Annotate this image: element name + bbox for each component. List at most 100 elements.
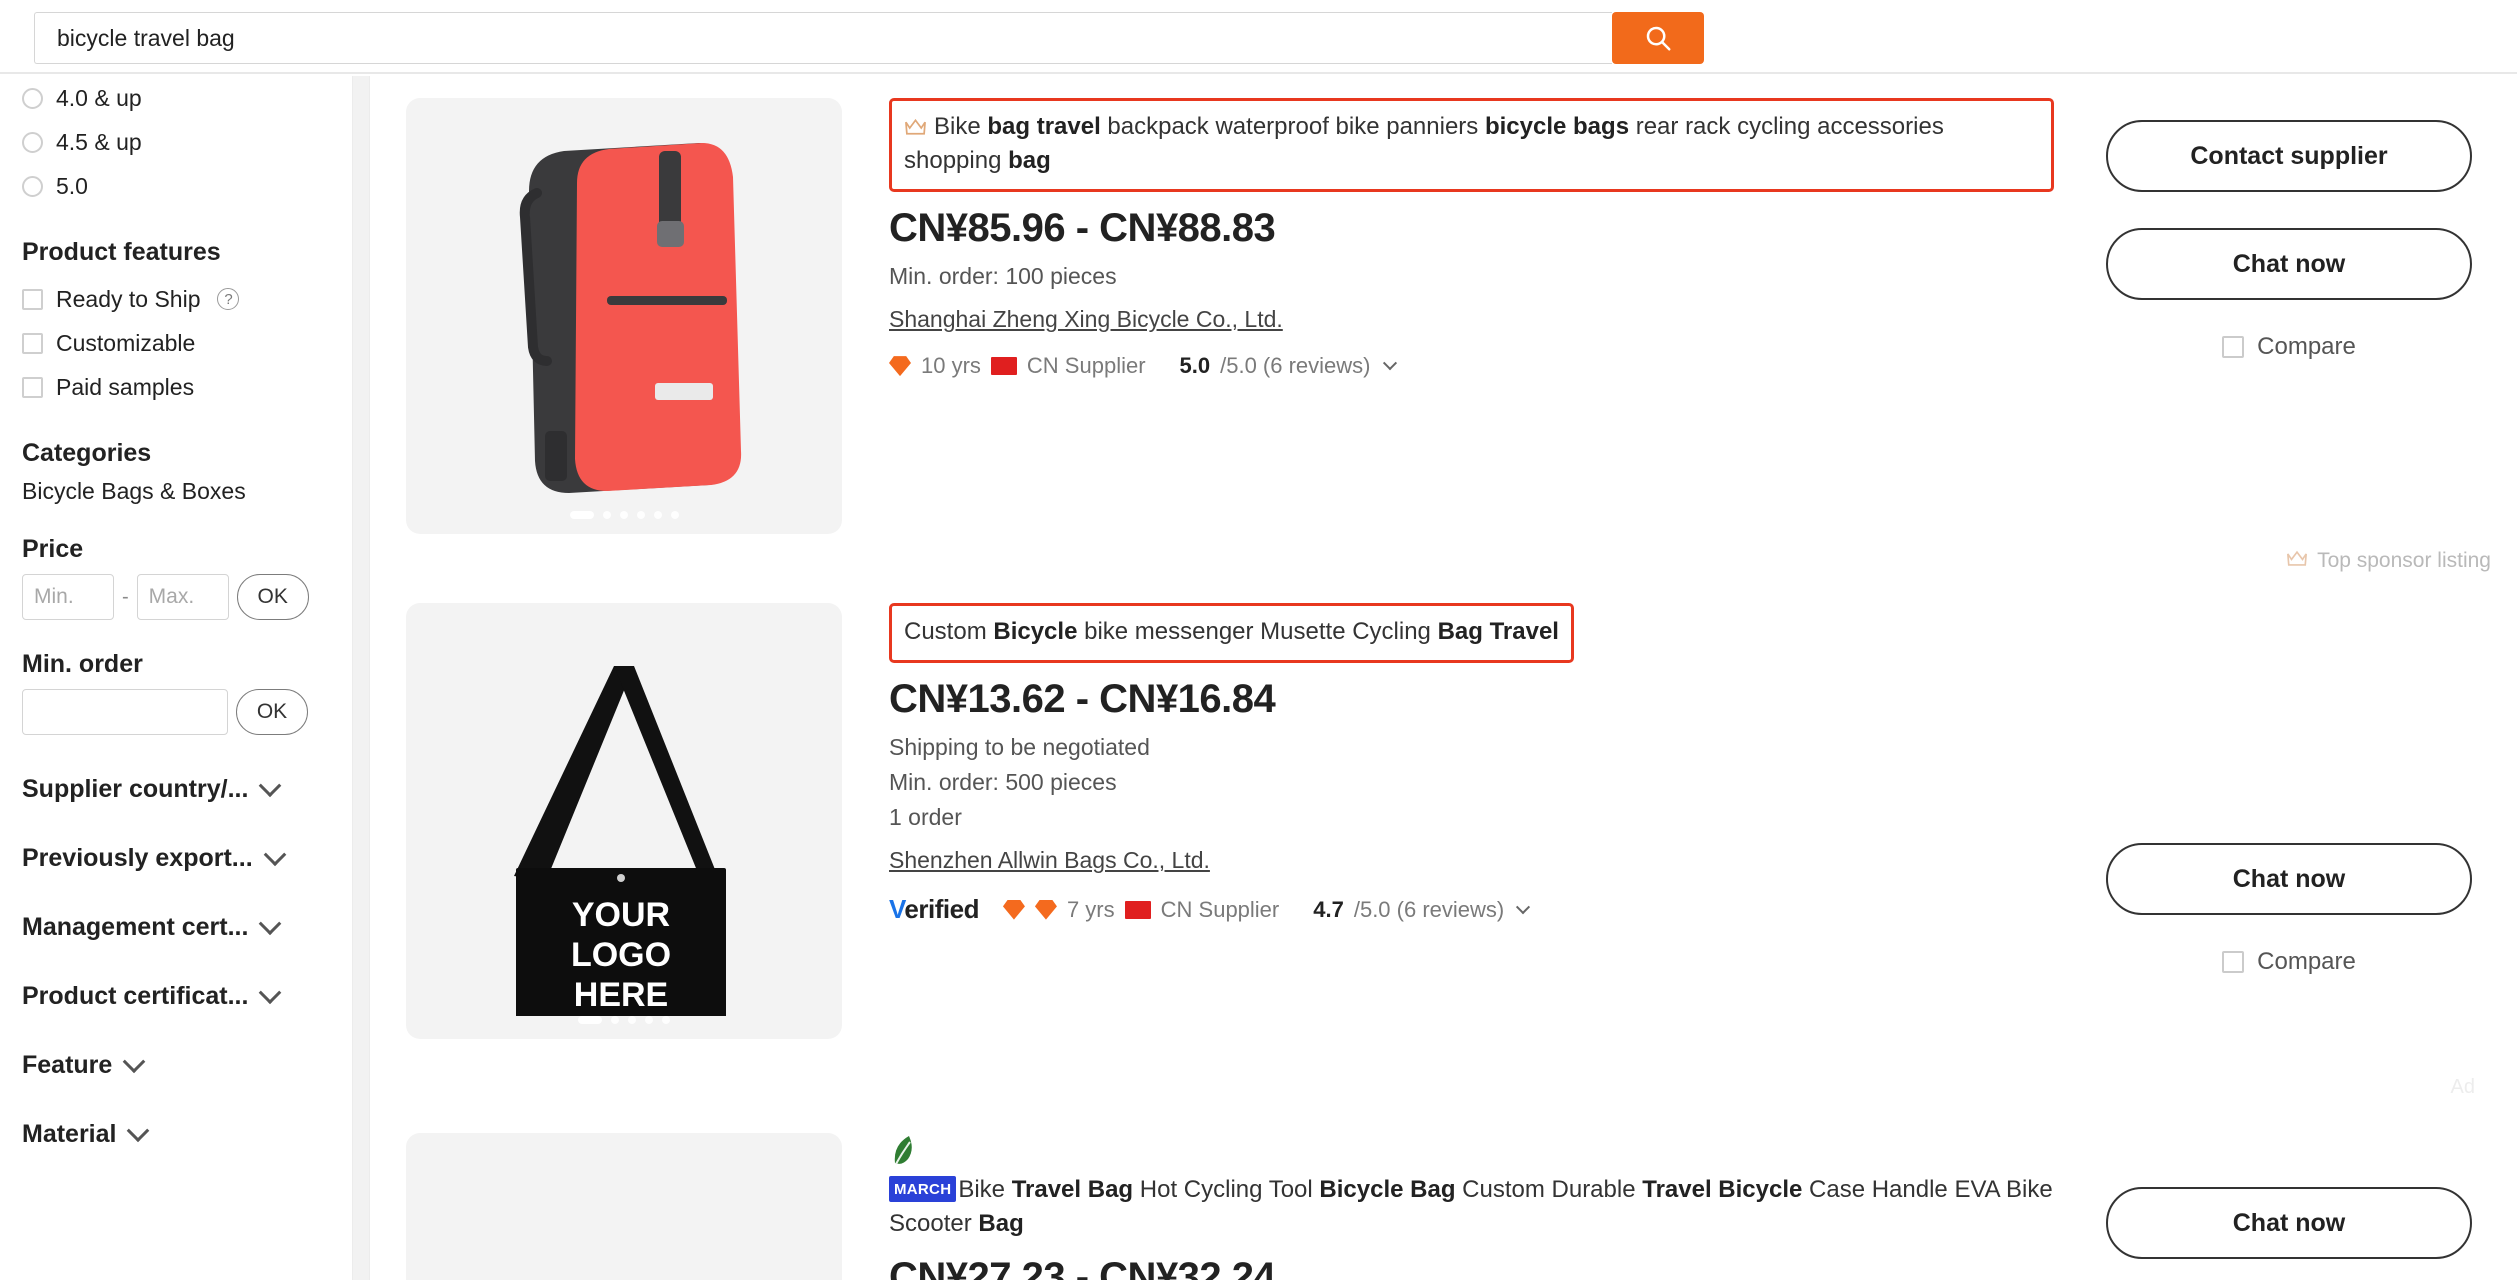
product-card-3[interactable]: MARCH Bike Travel Bag Hot Cycling Tool Bi…: [371, 1111, 2517, 1280]
top-sponsor-listing-note: Top sponsor listing: [2286, 549, 2491, 573]
contact-supplier-button[interactable]: Contact supplier: [2106, 120, 2472, 192]
product-price-2: CN¥13.62 - CN¥16.84: [889, 677, 1276, 722]
filters-sidebar: 4.0 & up 4.5 & up 5.0 Product features R…: [0, 76, 352, 1280]
chat-now-button[interactable]: Chat now: [2106, 1187, 2472, 1259]
price-heading: Price: [22, 535, 84, 563]
feature-paid-samples[interactable]: Paid samples: [22, 365, 330, 409]
chevron-down-icon[interactable]: [1516, 899, 1531, 914]
carousel-dot[interactable]: [611, 1016, 619, 1024]
chevron-down-icon: [259, 773, 282, 797]
filter-label: Feature: [22, 1051, 113, 1079]
supplier-rating-detail: /5.0 (6 reviews): [1220, 353, 1371, 379]
product-image-1[interactable]: [406, 98, 842, 534]
price-min-input[interactable]: [22, 574, 114, 620]
chevron-down-icon: [259, 911, 282, 935]
carousel-dot[interactable]: [578, 1016, 602, 1024]
product-image-3[interactable]: [406, 1133, 842, 1280]
carousel-dot[interactable]: [628, 1016, 636, 1024]
chevron-down-icon: [259, 980, 282, 1004]
carousel-dot[interactable]: [602, 511, 611, 519]
product-card-2[interactable]: YOUR LOGO HERE Custom Bicycle bike messe…: [371, 581, 2517, 1111]
rating-filter-5-0[interactable]: 5.0: [22, 164, 330, 208]
question-circle-icon[interactable]: ?: [217, 288, 240, 310]
filter-label: Previously export...: [22, 844, 253, 872]
image-carousel-dots[interactable]: [406, 1016, 842, 1024]
black-messenger-bag-illustration: YOUR LOGO HERE: [514, 666, 726, 1016]
checkbox-icon: [22, 332, 43, 354]
supplier-country: CN Supplier: [1160, 896, 1280, 922]
svg-text:LOGO: LOGO: [571, 936, 671, 974]
feature-customizable[interactable]: Customizable: [22, 321, 330, 365]
search-bar: [0, 0, 2517, 74]
chevron-down-icon: [263, 842, 286, 866]
product-shipping-2: Shipping to be negotiated: [889, 734, 1150, 761]
filter-material[interactable]: Material: [22, 1118, 330, 1149]
chevron-down-icon: [127, 1118, 150, 1142]
filter-management-cert[interactable]: Management cert...: [22, 911, 330, 942]
search-icon: [1646, 26, 1671, 51]
chevron-down-icon[interactable]: [1382, 356, 1397, 371]
price-ok-button[interactable]: OK: [236, 574, 309, 620]
filter-label: Product certificat...: [22, 982, 249, 1010]
supplier-link-2[interactable]: Shenzhen Allwin Bags Co., Ltd.: [889, 847, 1210, 874]
supplier-link-1[interactable]: Shanghai Zheng Xing Bicycle Co., Ltd.: [889, 306, 1283, 333]
min-order-input[interactable]: [22, 689, 228, 735]
china-flag-icon: [1124, 900, 1151, 919]
svg-text:HERE: HERE: [574, 976, 668, 1014]
price-max-input[interactable]: [136, 574, 229, 620]
red-pannier-bag-illustration: [519, 143, 742, 493]
filter-supplier-country[interactable]: Supplier country/...: [22, 773, 330, 804]
radio-icon: [22, 175, 43, 197]
product-title-text: Custom Bicycle bike messenger Musette Cy…: [904, 618, 1559, 645]
filter-product-certification[interactable]: Product certificat...: [22, 980, 330, 1011]
supplier-badges-2: Verified 7 yrs CN Supplier 4.7/5.0 (6 re…: [889, 894, 2063, 925]
carousel-dot[interactable]: [636, 511, 645, 519]
product-title-3[interactable]: MARCH Bike Travel Bag Hot Cycling Tool Bi…: [889, 1173, 2063, 1241]
filter-label: Material: [22, 1120, 117, 1148]
category-bicycle-bags-boxes[interactable]: Bicycle Bags & Boxes: [22, 478, 330, 505]
ad-label: Ad: [2450, 1076, 2475, 1098]
china-flag-icon: [990, 357, 1017, 376]
product-title-1[interactable]: Bike bag travel backpack waterproof bike…: [889, 98, 2054, 193]
carousel-dot[interactable]: [619, 511, 628, 519]
product-title-2[interactable]: Custom Bicycle bike messenger Musette Cy…: [889, 603, 1574, 664]
march-badge: MARCH: [889, 1176, 957, 1203]
chat-now-button[interactable]: Chat now: [2106, 228, 2472, 300]
search-input[interactable]: [34, 12, 1612, 64]
product-actions-1: Contact supplier Chat now Compare: [2087, 98, 2517, 581]
search-button[interactable]: [1612, 12, 1704, 64]
gem-icon: [1002, 899, 1025, 920]
sidebar-divider: [352, 76, 370, 1280]
compare-checkbox-row-1[interactable]: Compare: [2222, 333, 2356, 361]
compare-checkbox-row-2[interactable]: Compare: [2222, 948, 2356, 976]
supplier-rating-detail: /5.0 (6 reviews): [1353, 896, 1505, 922]
supplier-rating: 5.0: [1179, 353, 1211, 379]
filter-previously-exported[interactable]: Previously export...: [22, 842, 330, 873]
crown-icon: [2286, 549, 2308, 573]
radio-icon: [22, 87, 43, 109]
filter-feature[interactable]: Feature: [22, 1049, 330, 1080]
rating-filter-label: 4.0 & up: [56, 84, 142, 111]
rating-filter-4-0[interactable]: 4.0 & up: [22, 76, 330, 120]
supplier-country: CN Supplier: [1026, 353, 1146, 379]
chevron-down-icon: [122, 1049, 146, 1073]
product-price-3: CN¥27.23 - CN¥32.24: [889, 1255, 1276, 1280]
rating-filter-4-5[interactable]: 4.5 & up: [22, 120, 330, 164]
chat-now-button[interactable]: Chat now: [2106, 843, 2472, 915]
carousel-dot[interactable]: [662, 1016, 670, 1024]
carousel-dot[interactable]: [670, 511, 679, 519]
feature-label: Customizable: [56, 329, 196, 356]
feature-label: Ready to Ship: [56, 285, 201, 312]
min-order-filter-group: OK: [22, 689, 330, 735]
image-carousel-dots[interactable]: [406, 511, 842, 519]
product-photo: [406, 1133, 842, 1280]
carousel-dot[interactable]: [653, 511, 662, 519]
product-card-1[interactable]: Bike bag travel backpack waterproof bike…: [371, 76, 2517, 581]
carousel-dot[interactable]: [645, 1016, 653, 1024]
feature-label: Paid samples: [56, 373, 195, 400]
carousel-dot[interactable]: [569, 511, 594, 519]
min-order-ok-button[interactable]: OK: [236, 689, 308, 735]
sponsor-label: Top sponsor listing: [2317, 549, 2491, 572]
feature-ready-to-ship[interactable]: Ready to Ship ?: [22, 277, 330, 321]
product-image-2[interactable]: YOUR LOGO HERE: [406, 603, 842, 1039]
